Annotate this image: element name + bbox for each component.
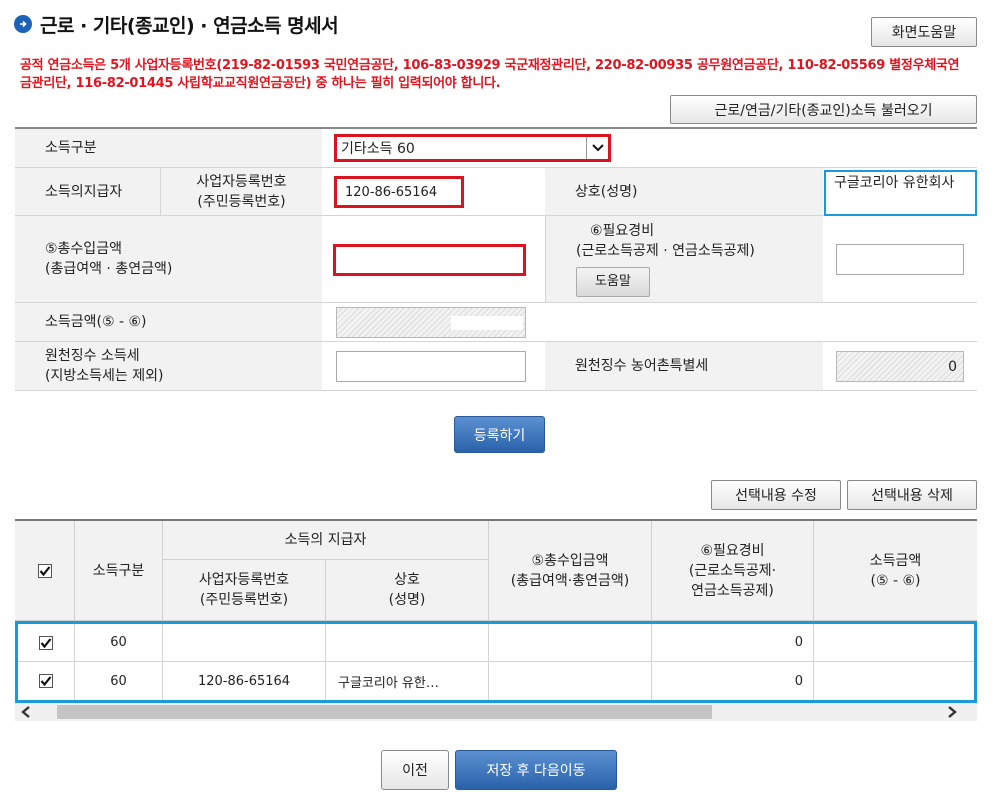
total-income-label-line1: ⑤총수입금액 [45,241,122,257]
row-income-type: 60 [75,662,163,700]
prev-button[interactable]: 이전 [381,750,449,790]
scroll-thumb[interactable] [57,705,712,719]
edit-selected-button[interactable]: 선택내용 수정 [711,480,841,510]
expense-label-line1: ⑥필요경비 [590,223,655,239]
table-row[interactable]: 60 0 [18,624,974,662]
form-row-amounts: ⑤총수입금액 (총급여액 · 총연금액) ⑥필요경비 (근로소득공제 · 연금소… [15,216,977,303]
row-checkbox-cell[interactable] [18,662,75,700]
scroll-right-icon[interactable] [947,706,957,722]
company-label: 상호(성명) [545,168,823,215]
withholding-tax-label-line2: (지방소득세는 제외) [45,368,164,384]
scroll-left-icon[interactable] [21,706,31,722]
row-income-amount [814,624,974,662]
bizno-input[interactable]: 120-86-65164 [334,176,464,208]
table-row[interactable]: 60 120-86-65164 구글코리아 유한… 0 [18,662,974,700]
form-row-withholding: 원천징수 소득세 (지방소득세는 제외) 원천징수 농어촌특별세 0 [15,342,977,391]
save-next-button[interactable]: 저장 후 다음이동 [455,750,617,790]
col-expense: ⑥필요경비 (근로소득공제· 연금소득공제) [652,521,814,621]
total-income-input[interactable] [333,244,526,276]
row-income-amount [814,662,974,700]
select-all-checkbox[interactable] [37,563,52,578]
row-expense: 0 [652,662,814,700]
bizno-label-line2: (주민등록번호) [197,193,286,210]
rural-tax-field: 0 [836,351,964,382]
pension-notice: 공적 연금소득은 5개 사업자등록번호(219-82-01593 국민연금공단,… [20,58,960,91]
payer-label: 소득의지급자 [15,168,160,215]
col-income-type: 소득구분 [75,521,163,621]
row-income-type: 60 [75,624,163,662]
withholding-tax-input[interactable] [336,351,526,382]
screen-help-button[interactable]: 화면도움말 [871,17,977,47]
row-checkbox-cell[interactable] [18,624,75,662]
col-bizno: 사업자등록번호 (주민등록번호) [163,560,326,621]
row-company: 구글코리아 유한… [326,662,489,700]
row-checkbox[interactable] [39,635,53,650]
expense-label: ⑥필요경비 (근로소득공제 · 연금소득공제) 도움말 [545,216,823,302]
income-amount-field [336,307,526,338]
withholding-tax-label: 원천징수 소득세 (지방소득세는 제외) [15,342,322,390]
withholding-tax-label-line1: 원천징수 소득세 [45,348,140,364]
income-amount-label: 소득금액(⑤ - ⑥) [15,303,322,341]
expense-input[interactable] [836,244,964,275]
select-all-header [15,521,75,621]
row-company [326,624,489,662]
income-type-select[interactable]: 기타소득 60 [334,134,611,162]
expense-help-button[interactable]: 도움말 [576,267,650,297]
income-type-label: 소득구분 [15,129,322,167]
col-total-income: ⑤총수입금액 (총급여액·총연금액) [489,521,652,621]
chevron-down-icon[interactable] [586,137,608,159]
row-bizno: 120-86-65164 [163,662,326,700]
form-row-income-type: 소득구분 기타소득 60 [15,129,977,168]
total-income-label-line2: (총급여액 · 총연금액) [45,261,173,277]
col-income-amount: 소득금액 (⑤ - ⑥) [814,521,977,621]
row-bizno [163,624,326,662]
row-total-income [489,624,652,662]
col-payer-group: 소득의 지급자 [163,521,489,560]
load-income-button[interactable]: 근로/연금/기타(종교인)소득 불러오기 [670,95,977,124]
bizno-label-line1: 사업자등록번호 [196,173,287,190]
arrow-right-circle-icon [14,15,32,33]
page-title: 근로 · 기타(종교인) · 연금소득 명세서 [40,14,339,37]
income-form: 소득구분 기타소득 60 소득의지급자 사업자등록번호 (주민등록번호) 120… [15,127,977,391]
form-row-payer: 소득의지급자 사업자등록번호 (주민등록번호) 120-86-65164 확인 … [15,168,977,216]
bizno-label: 사업자등록번호 (주민등록번호) [160,168,322,215]
expense-label-line2: (근로소득공제 · 연금소득공제) [576,243,755,259]
row-checkbox[interactable] [39,674,53,688]
delete-selected-button[interactable]: 선택내용 삭제 [847,480,977,510]
selected-rows: 60 0 60 120-86-65164 구글코리아 유한… 0 [15,621,977,703]
page-header: 근로 · 기타(종교인) · 연금소득 명세서 [14,10,339,38]
total-income-label: ⑤총수입금액 (총급여액 · 총연금액) [15,216,322,302]
company-input[interactable]: 구글코리아 유한회사 [824,170,977,216]
rural-tax-label: 원천징수 농어촌특별세 [545,342,823,390]
col-company: 상호 (성명) [326,560,489,621]
form-row-income-amount: 소득금액(⑤ - ⑥) [15,303,977,342]
row-total-income [489,662,652,700]
register-button[interactable]: 등록하기 [454,416,545,453]
row-expense: 0 [652,624,814,662]
income-type-selected: 기타소득 60 [341,141,415,157]
horizontal-scrollbar[interactable] [15,703,977,721]
